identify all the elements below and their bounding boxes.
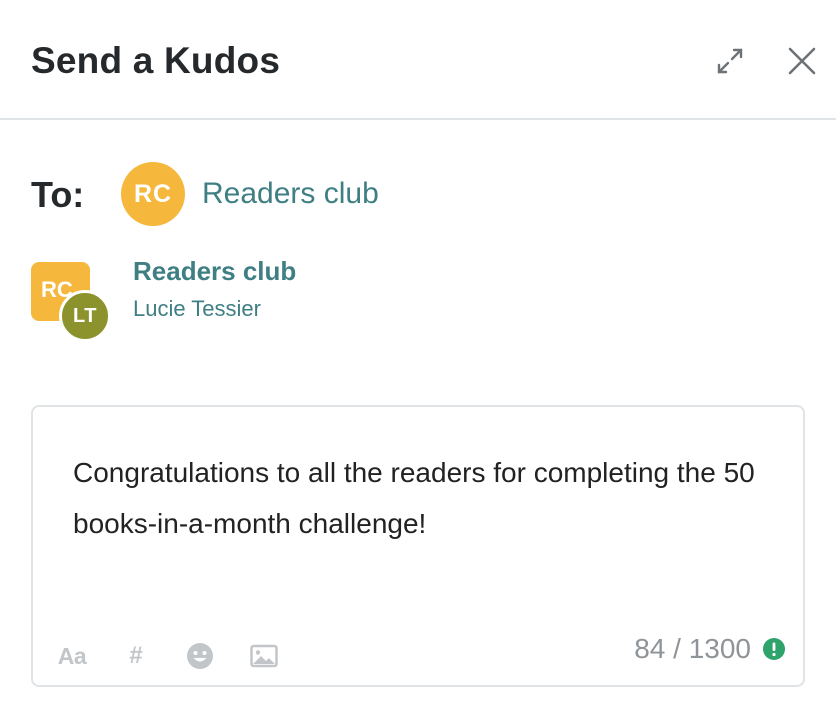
page-title: Send a Kudos (31, 40, 281, 81)
emoji-icon (187, 643, 213, 669)
hashtag-icon: # (129, 642, 143, 669)
message-editor[interactable]: Congratulations to all the readers for c… (31, 405, 805, 687)
to-label: To: (31, 174, 85, 215)
space-avatar: RC (121, 162, 185, 226)
character-counter: 84 / 1300 (634, 633, 785, 665)
recipient-avatars: RC LT (31, 262, 111, 342)
recipient-space-name[interactable]: Readers club (133, 256, 296, 287)
message-text[interactable]: Congratulations to all the readers for c… (73, 447, 773, 549)
hashtag-button[interactable]: # (119, 639, 153, 673)
image-button[interactable] (247, 639, 281, 673)
recipient-chip[interactable]: RC Readers club (121, 162, 379, 226)
image-icon (250, 644, 278, 668)
close-button[interactable] (785, 44, 819, 78)
status-alert-icon (763, 638, 785, 660)
close-icon (788, 47, 816, 75)
user-avatar: LT (59, 290, 111, 342)
recipient-user-name[interactable]: Lucie Tessier (133, 296, 261, 322)
expand-arrows-icon (717, 48, 743, 74)
recipient-chip-name: Readers club (202, 177, 379, 210)
text-format-button[interactable]: Aa (55, 639, 89, 673)
text-format-icon: Aa (57, 642, 87, 669)
character-count: 84 / 1300 (634, 633, 751, 664)
emoji-button[interactable] (183, 639, 217, 673)
expand-button[interactable] (713, 44, 747, 78)
drawer-header: Send a Kudos (0, 0, 836, 120)
editor-toolbar: Aa # (55, 639, 311, 673)
